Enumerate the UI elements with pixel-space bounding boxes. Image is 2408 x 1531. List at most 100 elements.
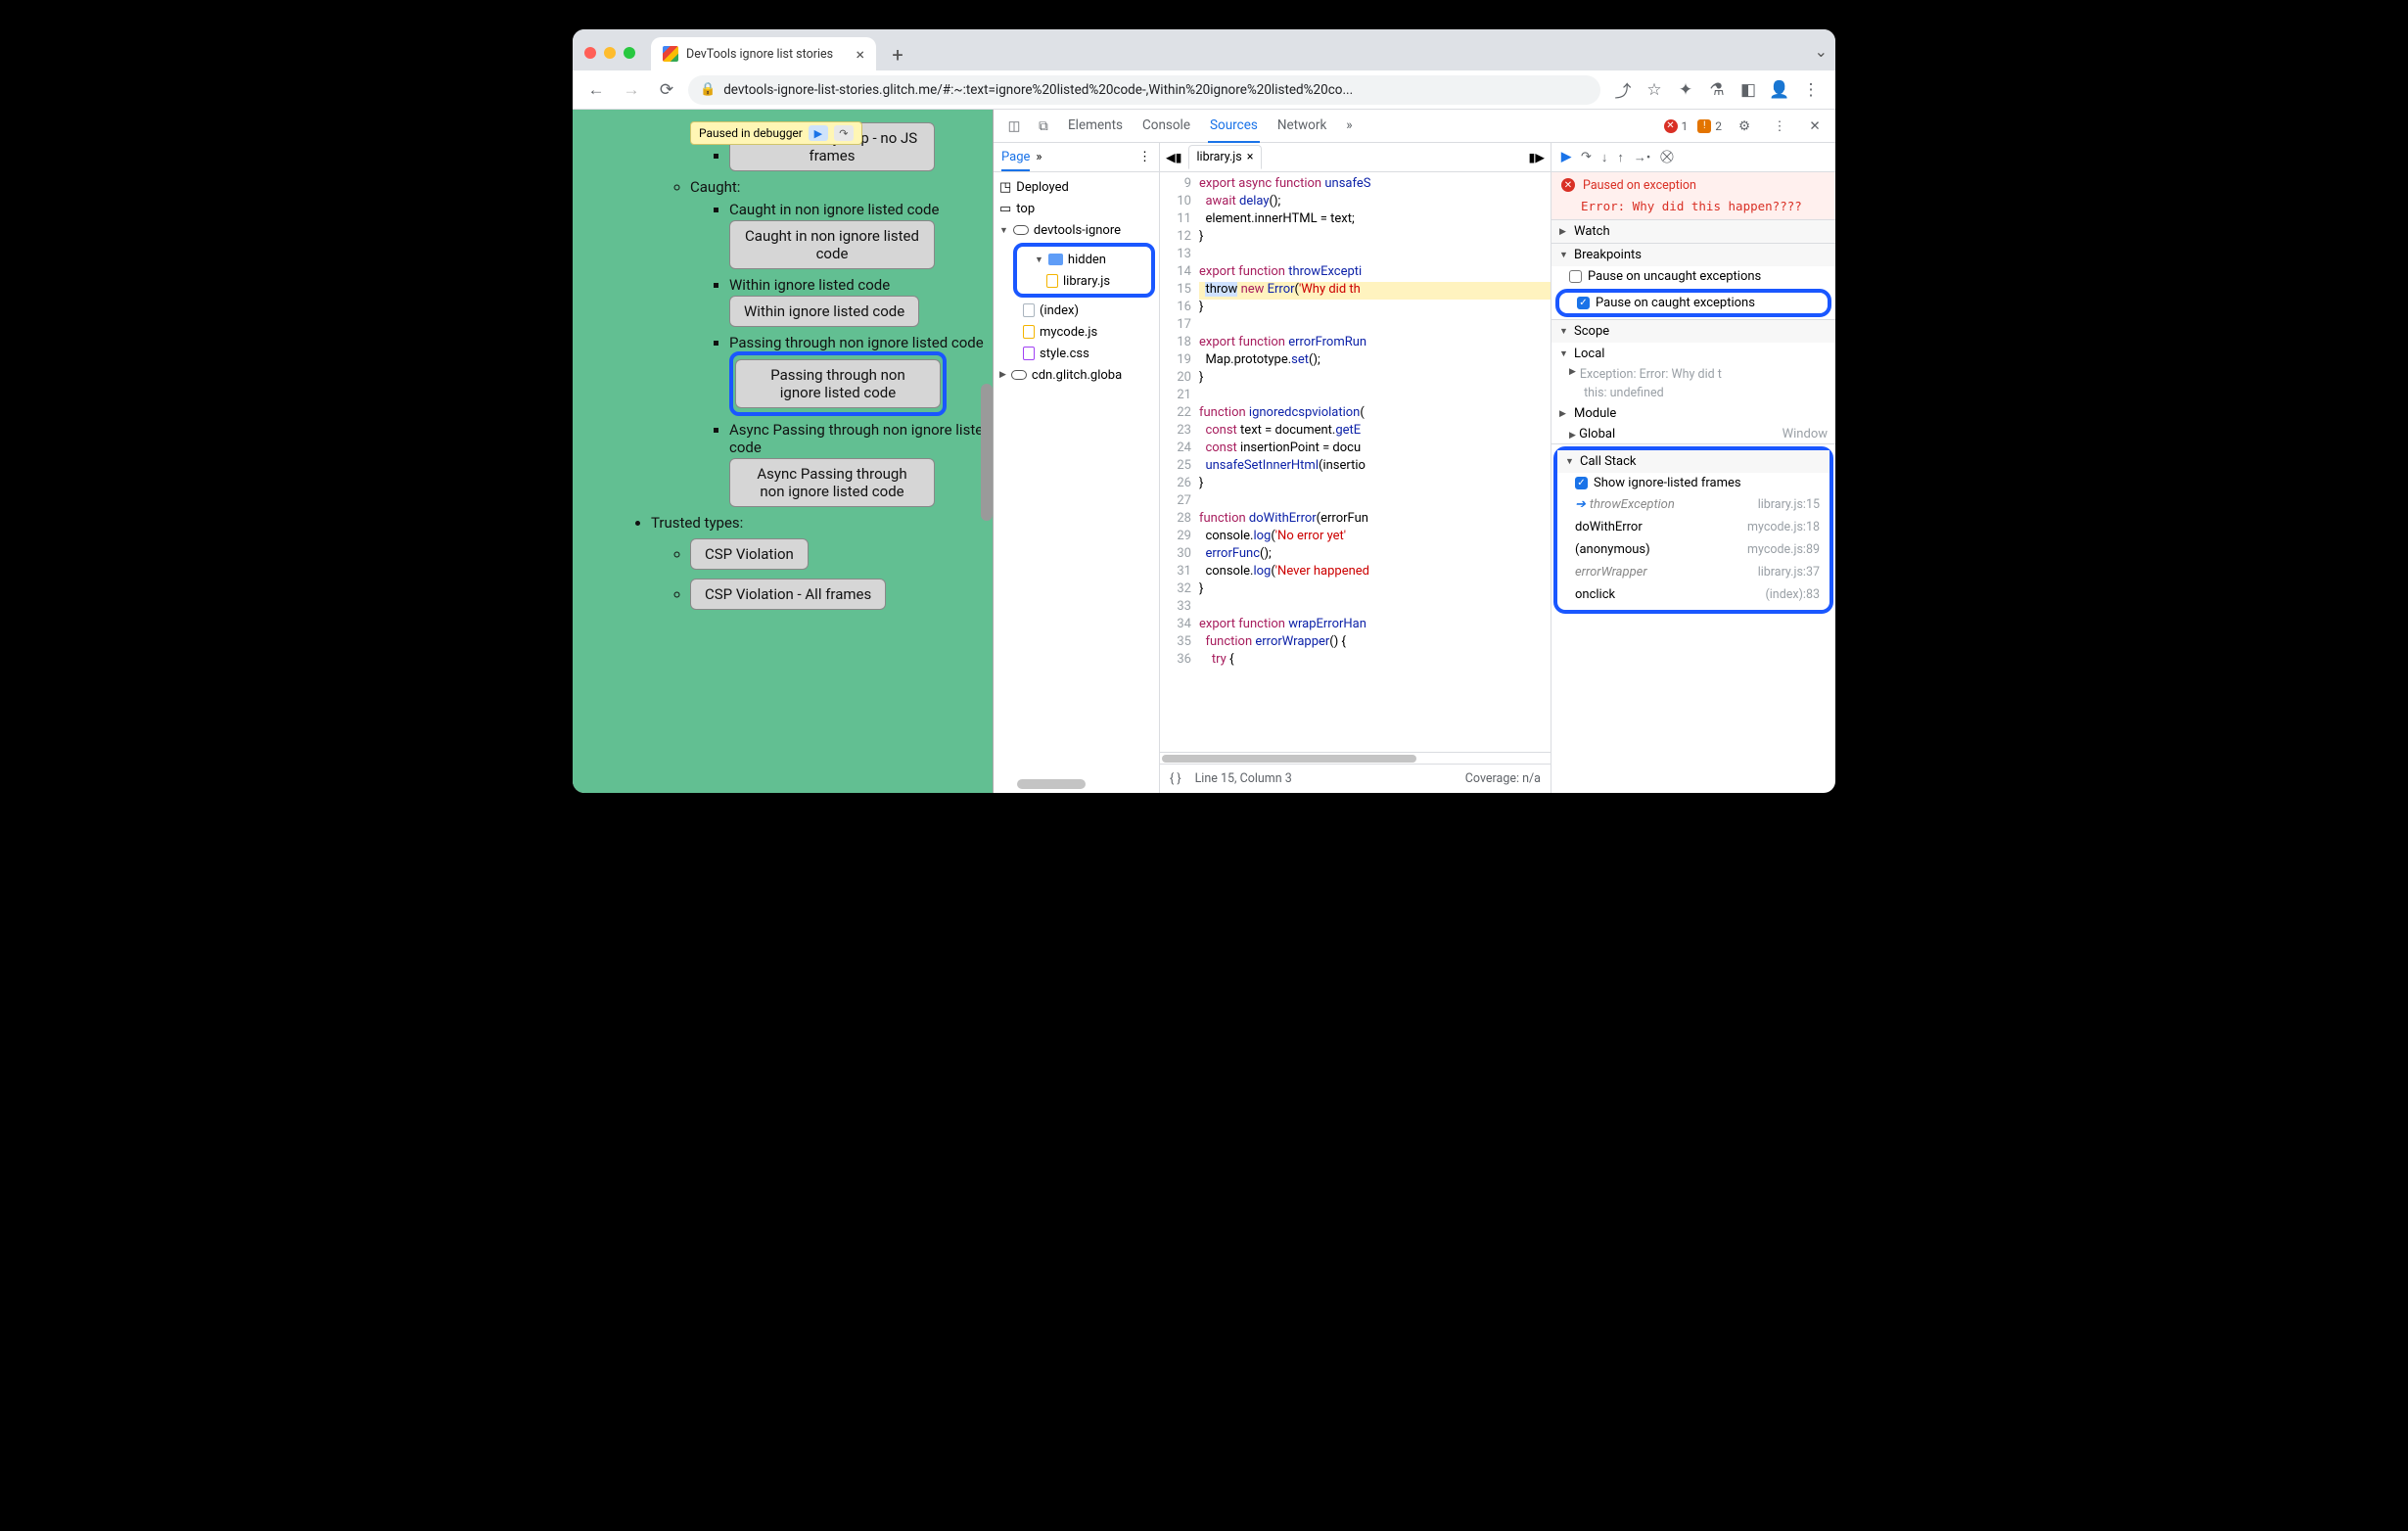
callstack-section[interactable]: ▼Call Stack: [1557, 450, 1829, 473]
toolbar: ← → ⟳ 🔒 devtools-ignore-list-stories.gli…: [573, 70, 1835, 110]
content-area: Paused in debugger ▶ ↷ WebAssembly trap …: [573, 110, 1835, 793]
address-bar[interactable]: 🔒 devtools-ignore-list-stories.glitch.me…: [688, 75, 1600, 105]
step-icon[interactable]: →•: [1634, 150, 1650, 165]
step-over-icon[interactable]: ↷: [1581, 150, 1592, 164]
tabs-overflow-icon[interactable]: ⌄: [1815, 42, 1828, 61]
show-ignored-checkbox[interactable]: ✓Show ignore-listed frames: [1557, 473, 1829, 493]
list-item: CSP Violation - All frames: [690, 577, 993, 612]
callstack-frame[interactable]: ➔throwExceptionlibrary.js:15: [1557, 493, 1829, 516]
caught-button[interactable]: Caught in non ignore listed code: [729, 220, 935, 269]
list-item: CSP Violation: [690, 536, 993, 572]
tree-deployed[interactable]: ◳ Deployed: [994, 176, 1159, 198]
scope-local[interactable]: ▼Local: [1551, 343, 1835, 365]
callstack-highlight: ▼Call Stack ✓Show ignore-listed frames ➔…: [1553, 446, 1833, 614]
tab-strip: DevTools ignore list stories × + ⌄: [573, 29, 1835, 70]
step-out-icon[interactable]: ↑: [1617, 150, 1624, 165]
tabs-more-icon[interactable]: »: [1344, 110, 1354, 143]
warning-count[interactable]: !2: [1697, 119, 1722, 133]
browser-tab[interactable]: DevTools ignore list stories ×: [651, 37, 876, 70]
nav-kebab-icon[interactable]: ⋮: [1138, 150, 1151, 164]
tree-origin[interactable]: ▼ devtools-ignore: [994, 219, 1159, 241]
tree-mycode-file[interactable]: mycode.js: [994, 321, 1159, 343]
tree-index-file[interactable]: (index): [994, 300, 1159, 321]
tree-hidden-folder[interactable]: ▼ hidden: [1017, 249, 1151, 270]
deactivate-breakpoints-icon[interactable]: ⛒: [1660, 150, 1673, 164]
minimize-window-icon[interactable]: [604, 47, 616, 59]
pause-banner: ✕ Paused on exception: [1551, 172, 1835, 199]
forward-button[interactable]: →: [618, 76, 645, 104]
close-file-icon[interactable]: ×: [1247, 150, 1254, 164]
editor-tab[interactable]: library.js ×: [1188, 145, 1263, 169]
csp-violation-all-button[interactable]: CSP Violation - All frames: [690, 579, 886, 610]
back-button[interactable]: ←: [582, 76, 610, 104]
async-passing-button[interactable]: Async Passing through non ignore listed …: [729, 458, 935, 507]
scope-global[interactable]: ▶ GlobalWindow: [1551, 425, 1835, 443]
tab-network[interactable]: Network: [1275, 110, 1328, 143]
error-count[interactable]: ✕1: [1664, 119, 1689, 133]
bookmark-icon[interactable]: ☆: [1640, 76, 1669, 104]
csp-violation-button[interactable]: CSP Violation: [690, 538, 809, 570]
breakpoints-section[interactable]: ▼Breakpoints: [1551, 244, 1835, 266]
close-tab-icon[interactable]: ×: [856, 45, 864, 64]
editor-nav-prev-icon[interactable]: ◀▮: [1166, 150, 1182, 165]
passing-button[interactable]: Passing through non ignore listed code: [735, 359, 941, 408]
inspect-icon[interactable]: ◫: [1001, 118, 1027, 134]
list-item: Async Passing through non ignore listed …: [729, 421, 993, 509]
tree-scrollbar[interactable]: [1017, 779, 1086, 789]
tab-sources[interactable]: Sources: [1208, 110, 1260, 143]
page-scrollbar[interactable]: [981, 384, 993, 521]
lock-icon: 🔒: [700, 82, 716, 97]
new-tab-button[interactable]: +: [884, 41, 911, 69]
pause-caught-checkbox[interactable]: ✓Pause on caught exceptions: [1559, 293, 1828, 313]
nav-more-icon[interactable]: »: [1036, 150, 1042, 164]
devtools-tabbar: ◫ ⧉ Elements Console Sources Network » ✕…: [994, 110, 1835, 143]
within-button[interactable]: Within ignore listed code: [729, 296, 919, 327]
share-icon[interactable]: ⤴: [1608, 76, 1638, 104]
maximize-window-icon[interactable]: [624, 47, 635, 59]
scope-this-row: this: undefined: [1551, 384, 1835, 402]
tree-top[interactable]: ▭ top: [994, 198, 1159, 219]
window-controls: [584, 47, 635, 59]
close-window-icon[interactable]: [584, 47, 596, 59]
more-icon[interactable]: ⋮: [1767, 118, 1792, 134]
step-into-icon[interactable]: ↓: [1601, 150, 1608, 165]
device-toggle-icon[interactable]: ⧉: [1031, 118, 1056, 134]
code-area[interactable]: export async function unsafeS await dela…: [1199, 172, 1551, 752]
scope-section[interactable]: ▼Scope: [1551, 320, 1835, 343]
nav-tab-page[interactable]: Page: [1001, 150, 1030, 171]
sources-navigator: Page » ⋮ ◳ Deployed ▭ top ▼ devtools-ign…: [994, 143, 1160, 793]
menu-icon[interactable]: ⋮: [1796, 76, 1826, 104]
labs-icon[interactable]: ⚗: [1702, 76, 1732, 104]
callstack-frame[interactable]: doWithErrormycode.js:18: [1557, 516, 1829, 538]
tree-style-file[interactable]: style.css: [994, 343, 1159, 364]
tab-console[interactable]: Console: [1140, 110, 1192, 143]
callstack-frame[interactable]: (anonymous)mycode.js:89: [1557, 538, 1829, 561]
editor-h-scrollbar[interactable]: [1160, 752, 1551, 764]
braces-icon[interactable]: { }: [1170, 771, 1181, 786]
pause-caught-highlight: ✓Pause on caught exceptions: [1555, 289, 1831, 317]
step-icon[interactable]: ↷: [834, 125, 854, 141]
sidepanel-icon[interactable]: ◧: [1734, 76, 1763, 104]
scope-module[interactable]: ▶Module: [1551, 402, 1835, 425]
tree-library-file[interactable]: library.js: [1017, 270, 1151, 292]
tab-elements[interactable]: Elements: [1066, 110, 1125, 143]
paused-overlay: Paused in debugger ▶ ↷: [690, 121, 862, 145]
settings-icon[interactable]: ⚙: [1732, 118, 1757, 134]
profile-icon[interactable]: 👤: [1765, 76, 1794, 104]
extensions-icon[interactable]: ✦: [1671, 76, 1700, 104]
reload-button[interactable]: ⟳: [653, 76, 680, 104]
callstack-frame[interactable]: errorWrapperlibrary.js:37: [1557, 561, 1829, 583]
scope-exception-row[interactable]: ▶Exception: Error: Why did t: [1551, 365, 1835, 384]
pause-uncaught-checkbox[interactable]: Pause on uncaught exceptions: [1551, 266, 1835, 287]
file-icon: [1023, 303, 1035, 317]
devtools: ◫ ⧉ Elements Console Sources Network » ✕…: [994, 110, 1835, 793]
editor-nav-next-icon[interactable]: ▮▶: [1529, 150, 1546, 165]
resume-icon[interactable]: ▶: [809, 125, 828, 141]
callstack-frame[interactable]: onclick(index):83: [1557, 583, 1829, 606]
resume-button[interactable]: ▶: [1561, 150, 1571, 164]
tree-cdn[interactable]: ▶ cdn.glitch.globa: [994, 364, 1159, 386]
watch-section[interactable]: ▶Watch: [1551, 220, 1835, 243]
webpage: Paused in debugger ▶ ↷ WebAssembly trap …: [573, 110, 994, 793]
close-devtools-icon[interactable]: ✕: [1802, 118, 1828, 134]
cloud-icon: [1013, 225, 1029, 235]
